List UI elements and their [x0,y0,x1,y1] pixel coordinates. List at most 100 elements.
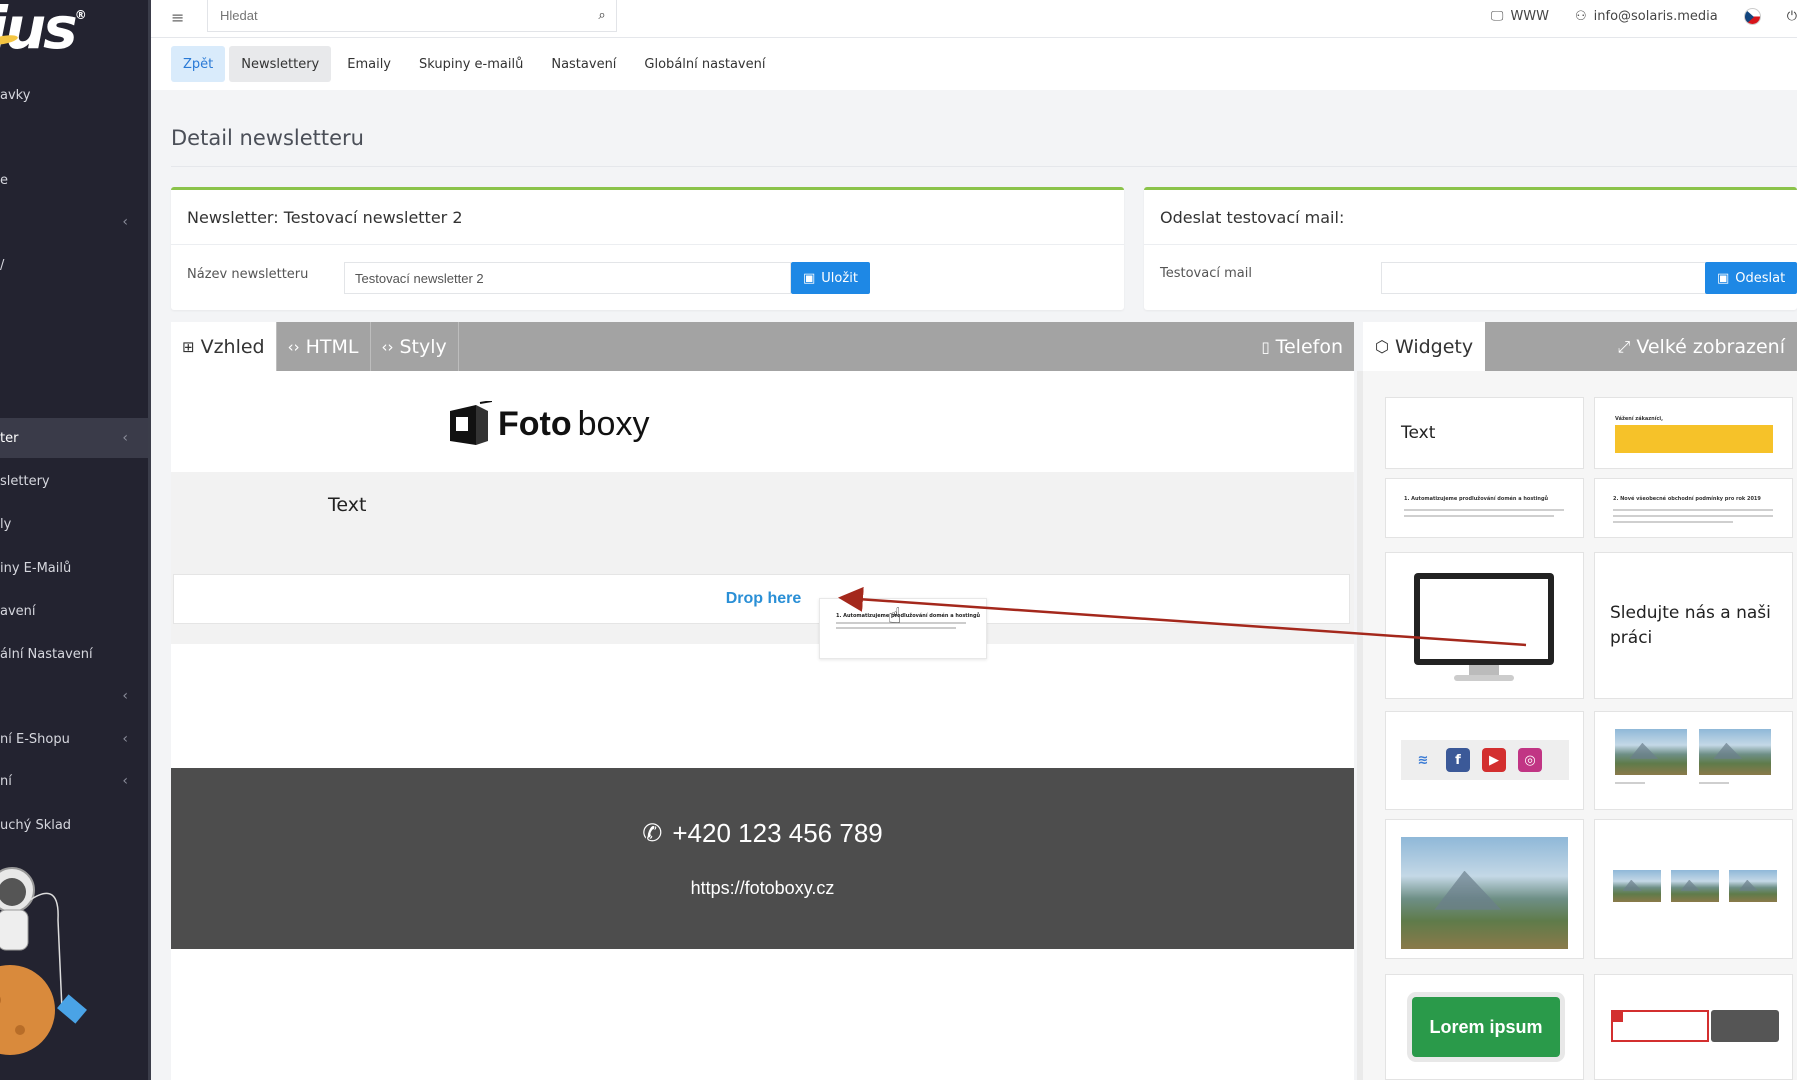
widget-article-2[interactable]: 2. Nové všeobecné obchodní podmínky pro … [1594,478,1793,538]
sidebar-item-newsletter[interactable]: ter ‹ [0,418,148,458]
sidebar-item-email-groups[interactable]: iny E-Mailů [0,548,148,588]
tab-widgets[interactable]: ⬡ Widgety [1363,322,1486,371]
footer-block[interactable]: ✆ +420 123 456 789 https://fotoboxy.cz [171,768,1354,949]
sidebar-item-label: ter [0,430,19,446]
instagram-icon: ◎ [1518,748,1542,772]
widget-two-images[interactable] [1594,711,1793,810]
form-input-preview [1611,1010,1709,1042]
sidebar-item-orders[interactable]: avky [0,75,148,115]
widget-button[interactable]: Lorem ipsum [1385,974,1584,1080]
search-icon[interactable]: ⌕ [588,8,616,23]
sidebar-item-3[interactable]: ‹ [0,202,148,242]
tab-global-settings[interactable]: Globální nastavení [632,46,777,82]
save-label: Uložit [821,270,858,286]
menu-icon[interactable]: ≡ [171,8,187,27]
divider [171,166,1797,167]
tab-email-groups[interactable]: Skupiny e-mailů [407,46,535,82]
sidebar-item-newsletters[interactable]: slettery [0,461,148,501]
sidebar-item-11[interactable]: ‹ [0,676,148,716]
chevron-left-icon: ‹ [122,688,128,704]
widget-text[interactable]: Text [1385,397,1584,469]
sidebar-item-label: uchý Sklad [0,817,72,833]
widget-three-images[interactable] [1594,819,1793,959]
fullscreen-button[interactable]: ⤢ Velké zobrazení [1606,322,1797,371]
sidebar-item-13[interactable]: ní ‹ [0,761,148,801]
astronaut-mascot-icon [0,867,87,1055]
footer-url: https://fotoboxy.cz [690,878,835,898]
tab-html[interactable]: ‹› HTML [277,322,371,371]
power-button[interactable]: ⏻ [1787,9,1797,24]
email-canvas: Foto boxy Text Drop here 1. Automatizuje… [171,371,1354,1080]
widget-notice-title: Vážení zákazníci, [1615,416,1664,422]
save-button[interactable]: ▣ Uložit [791,262,870,294]
drop-zone[interactable]: Drop here [173,574,1350,624]
tab-design[interactable]: ⊞ Vzhled [171,322,277,371]
tab-styles[interactable]: ‹› Styly [371,322,459,371]
landscape-image-icon [1401,837,1568,949]
power-icon: ⏻ [1786,8,1797,24]
widget-social-icons[interactable]: ≋ f ▶ ◎ [1385,711,1584,810]
language-switcher[interactable] [1743,7,1761,25]
tab-design-label: Vzhled [200,335,265,358]
sidebar-item-2[interactable]: e [0,160,148,200]
youtube-icon: ▶ [1482,748,1506,772]
newsletter-card-title: Newsletter: Testovací newsletter 2 [171,190,1124,245]
tab-html-label: HTML [305,335,359,358]
sidebar-item-4[interactable]: / [0,245,148,285]
hand-cursor-icon: ☝ [888,604,902,629]
test-mail-card-title: Odeslat testovací mail: [1144,190,1797,245]
monitor-preview-icon [1414,573,1554,683]
user-icon: ⚇ [1575,8,1587,24]
dragged-widget-preview: 1. Automatizujeme prodlužování domén a h… [819,598,987,659]
chevron-left-icon: ‹ [122,731,128,747]
widget-image[interactable] [1385,819,1584,959]
newsletter-name-input[interactable] [344,262,791,294]
tab-phone-preview[interactable]: ▯ Telefon [1250,322,1354,371]
sidebar-item-warehouse[interactable]: uchý Sklad [0,805,148,845]
tab-widgets-label: Widgety [1394,335,1474,358]
send-button[interactable]: ▣ Odeslat [1705,262,1797,294]
sidebar-item-settings[interactable]: avení [0,591,148,631]
page-title: Detail newsletteru [171,126,364,150]
lorem-ipsum-button-preview: Lorem ipsum [1412,997,1560,1057]
sidebar-item-emails[interactable]: ly [0,504,148,544]
tab-settings[interactable]: Nastavení [539,46,628,82]
widget-article-1-title: 1. Automatizujeme prodlužování domén a h… [1404,496,1549,502]
widget-follow-us[interactable]: Sledujte nás a naši práci [1594,552,1793,699]
sidebar-item-label: / [0,257,5,273]
sidebar-item-eshop[interactable]: ní E-Shopu ‹ [0,719,148,759]
tab-emails[interactable]: Emaily [335,46,403,82]
form-marker [1611,1010,1623,1022]
widget-monitor[interactable] [1385,552,1584,699]
search-input[interactable] [208,0,588,31]
dragged-widget-title: 1. Automatizujeme prodlužování domén a h… [836,613,981,619]
text-block[interactable]: Text [171,472,1354,571]
landscape-image-icon [1729,870,1777,902]
sidebar-item-label: ální Nastavení [0,646,93,662]
layout-icon: ⊞ [182,337,195,356]
newsletter-card: Newsletter: Testovací newsletter 2 Název… [171,187,1124,310]
tab-newsletters[interactable]: Newslettery [229,46,332,82]
back-button[interactable]: Zpět [171,46,226,82]
send-label: Odeslat [1735,270,1786,286]
widget-article-1[interactable]: 1. Automatizujeme prodlužování domén a h… [1385,478,1584,538]
widget-tabs: ⬡ Widgety ⤢ Velké zobrazení [1363,322,1797,371]
phone-handset-icon: ✆ [642,820,663,847]
sidebar-item-label: ní E-Shopu [0,731,70,747]
logo-block[interactable]: Foto boxy [171,371,1354,472]
sidebar-item-global-settings[interactable]: ální Nastavení [0,634,148,674]
www-link[interactable]: 🖵 WWW [1491,9,1549,24]
phone-number: +420 123 456 789 [672,818,883,848]
expand-icon: ⤢ [1617,336,1631,356]
app-logo[interactable]: ius® [0,0,87,62]
widget-notice[interactable]: Vážení zákazníci, [1594,397,1793,469]
sidebar-item-label: iny E-Mailů [0,560,72,576]
widget-form[interactable] [1594,974,1793,1080]
tab-phone-label: Telefon [1275,335,1343,358]
landscape-image-icon [1699,729,1771,775]
newsletter-name-label: Název newsletteru [187,267,309,282]
monitor-icon: 🖵 [1490,8,1504,24]
test-mail-input[interactable] [1381,262,1711,294]
top-bar: ≡ ⌕ 🖵 WWW ⚇ info@solaris.media ⏻ [151,0,1797,38]
user-menu[interactable]: ⚇ info@solaris.media [1575,9,1718,24]
